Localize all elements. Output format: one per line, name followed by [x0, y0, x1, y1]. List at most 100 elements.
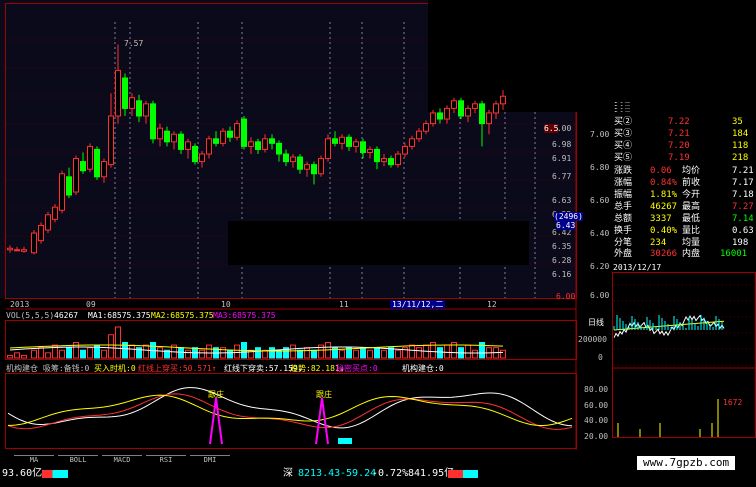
volume-bar — [416, 347, 422, 359]
candle-up — [409, 138, 415, 147]
price-axis-label: 6.91 — [552, 154, 572, 163]
right-axis-label: 6.40 — [590, 229, 610, 238]
tab-dmi[interactable]: DMI — [190, 455, 230, 465]
price-axis-label: 6.63 — [552, 196, 572, 205]
candle-up — [472, 103, 478, 109]
candle-down — [458, 100, 464, 117]
candle-down — [136, 100, 142, 117]
date-axis: 2013 09 10 11 13/11/12,二 12 — [6, 300, 576, 310]
buy-price: 7.20 — [668, 141, 690, 151]
volume-bar — [500, 349, 506, 359]
status-bar-graph-left — [42, 470, 68, 478]
buy-price: 7.19 — [668, 153, 690, 163]
volume-ma2: MA2:68575.375 — [151, 311, 214, 320]
occluded-region — [428, 0, 612, 112]
volume-bar — [115, 326, 121, 359]
volume-value: 46267 — [54, 311, 79, 320]
candle-down — [164, 130, 170, 143]
quote-l1: 总手 — [614, 202, 633, 212]
tab-boll[interactable]: BOLL — [58, 455, 98, 465]
volume-bar — [444, 344, 450, 359]
candle-up — [234, 123, 240, 138]
right-axis-label: 6.80 — [590, 163, 610, 172]
price-axis-label: 6.16 — [552, 270, 572, 279]
inner-label: 内盘 — [682, 249, 701, 259]
date-label-oct: 10 — [221, 300, 231, 309]
quote-v1: 0.40% — [650, 226, 678, 236]
date-highlight: 13/11/12,二 — [390, 300, 446, 309]
candle-up — [353, 141, 359, 147]
price-axis-label: 6.28 — [552, 256, 572, 265]
buy-vol: 184 — [732, 129, 749, 139]
candle-up — [206, 138, 212, 155]
candle-up — [143, 103, 149, 117]
volume-title: VOL(5,5,5) — [6, 311, 55, 320]
quote-l1: 分笔 — [614, 238, 633, 248]
volume-axis-top: 200000 — [578, 335, 607, 344]
quote-l1: 振幅 — [614, 190, 633, 200]
quote-v1: 0.06 — [650, 166, 672, 176]
indicator-field: 红线上穿买:50.571↑ — [138, 364, 217, 373]
candle-up — [157, 127, 163, 140]
peak-price-label: 7.57 — [124, 38, 144, 48]
candle-up — [395, 153, 401, 166]
candle-down — [479, 103, 485, 125]
quote-v1: 46267 — [650, 202, 678, 212]
candle-up — [220, 130, 226, 144]
quote-v1: 1.81% — [650, 190, 678, 200]
volume-bar — [409, 344, 415, 359]
price-axis-label: 6.98 — [552, 140, 572, 149]
outer-inner-row: 外盘 30266 内盘 16001 — [612, 249, 756, 260]
occluded-box — [228, 221, 529, 265]
tab-macd[interactable]: MACD — [102, 455, 142, 465]
quote-l1: 涨幅 — [614, 178, 633, 188]
candle-down — [283, 153, 289, 163]
buy-row: 买④ 7.20 118 — [612, 141, 756, 152]
quote-v1: 0.84% — [650, 178, 678, 188]
quote-panel: 卖②卖③卖④卖⑤ 买②7.2235买③7.21184买④7.20118买⑤7.1… — [612, 0, 756, 272]
quote-row: 总手 46267 最高 7.27 — [612, 202, 756, 213]
volume-axis-zero: 0 — [598, 353, 603, 362]
candle-down — [150, 103, 156, 140]
indicator-field: 机构建仓:0 — [402, 364, 444, 373]
quote-row: 分笔 234 均量 198 — [612, 238, 756, 249]
volume-bar — [21, 354, 27, 359]
candle-up — [199, 153, 205, 163]
candle-up — [7, 247, 13, 251]
candle-up — [171, 133, 177, 143]
candle-down — [178, 133, 184, 150]
buy-marker — [315, 397, 329, 445]
indicator-axis-label: 20.00 — [584, 432, 609, 441]
quote-l1: 总额 — [614, 214, 633, 224]
quote-v2: 7.14 — [732, 214, 754, 224]
candle-down — [276, 142, 282, 155]
buy-vol: 35 — [732, 117, 743, 127]
volume-bar — [339, 349, 345, 359]
buy-price: 7.21 — [668, 129, 690, 139]
indicator-field: 机构建仓 吸筹:备钱:0 — [6, 364, 90, 373]
indicator-line-red — [7, 393, 573, 430]
tab-ma[interactable]: MA — [14, 455, 54, 465]
candle-up — [367, 148, 373, 153]
candle-up — [262, 138, 268, 150]
tab-rsi[interactable]: RSI — [146, 455, 186, 465]
candle-down — [66, 176, 72, 196]
candle-up — [14, 249, 20, 252]
quote-l2: 量比 — [682, 226, 701, 236]
volume-bar — [395, 349, 401, 359]
candle-down — [269, 138, 275, 144]
volume-bar — [185, 349, 191, 359]
candle-up — [115, 69, 121, 117]
candle-down — [311, 164, 317, 175]
candle-up — [185, 141, 191, 150]
candle-up — [486, 112, 492, 125]
volume-bar — [465, 344, 471, 359]
quote-v2: 198 — [732, 238, 749, 248]
quote-row: 总额 3337 最低 7.14 — [612, 214, 756, 225]
quote-l2: 最低 — [682, 214, 701, 224]
indicator-field: 买入时机:0 — [94, 364, 136, 373]
volume-bar — [7, 354, 13, 359]
quote-row: 振幅 1.81% 今开 7.18 — [612, 190, 756, 201]
volume-bar — [437, 347, 443, 359]
candle-down — [346, 136, 352, 147]
